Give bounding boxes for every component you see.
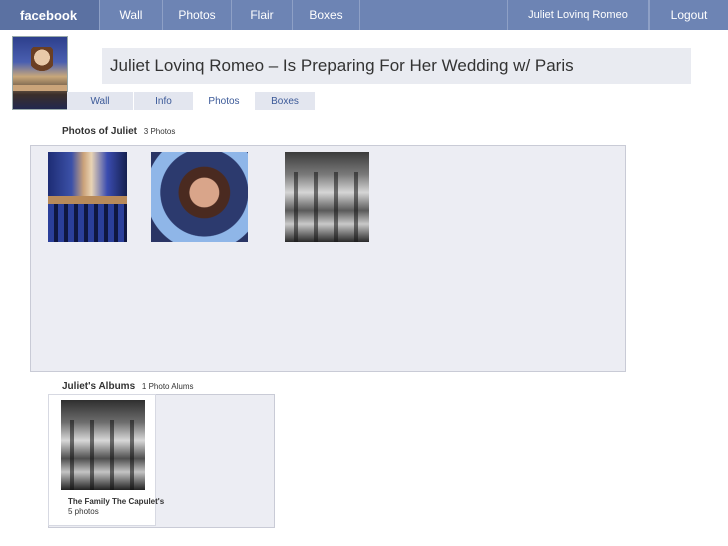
tab-info[interactable]: Info (134, 92, 193, 110)
album-cover-photo[interactable] (61, 400, 145, 490)
album-title[interactable]: The Family The Capulet's (68, 497, 164, 506)
profile-picture[interactable] (12, 36, 68, 110)
top-navigation-bar: facebook Wall Photos Flair Boxes Juliet … (0, 0, 728, 30)
nav-flair[interactable]: Flair (232, 0, 293, 30)
photo-thumbnail[interactable] (48, 152, 127, 242)
album-cover-figures (61, 420, 145, 490)
albums-section-count: 1 Photo Alums (141, 382, 194, 391)
logout-link[interactable]: Logout (649, 0, 728, 30)
balcony-rail (48, 196, 127, 204)
tab-boxes[interactable]: Boxes (255, 92, 315, 110)
albums-section-title: Juliet's Albums (62, 381, 136, 392)
tab-wall[interactable]: Wall (67, 92, 133, 110)
tab-photos[interactable]: Photos (194, 92, 254, 110)
photo-thumbnail[interactable] (151, 152, 248, 242)
nav-photos[interactable]: Photos (163, 0, 232, 30)
facebook-logo[interactable]: facebook (0, 0, 100, 30)
photos-section-title: Photos of Juliet (62, 126, 137, 137)
profile-picture-figure (31, 47, 53, 77)
profile-picture-rail (13, 85, 67, 91)
nav-user-name[interactable]: Juliet Lovinq Romeo (507, 0, 649, 30)
photo-thumbnail[interactable] (285, 152, 369, 242)
balcony-bars (48, 204, 127, 242)
nav-wall[interactable]: Wall (100, 0, 163, 30)
albums-section-heading: Juliet's Albums 1 Photo Alums (62, 381, 194, 392)
nav-boxes[interactable]: Boxes (293, 0, 360, 30)
photos-section-heading: Photos of Juliet 3 Photos (62, 126, 175, 137)
status-message: Juliet Lovinq Romeo – Is Preparing For H… (102, 48, 691, 84)
album-photo-count: 5 photos (68, 507, 99, 516)
photos-section-count: 3 Photos (143, 127, 176, 136)
photo-figures (285, 172, 369, 242)
